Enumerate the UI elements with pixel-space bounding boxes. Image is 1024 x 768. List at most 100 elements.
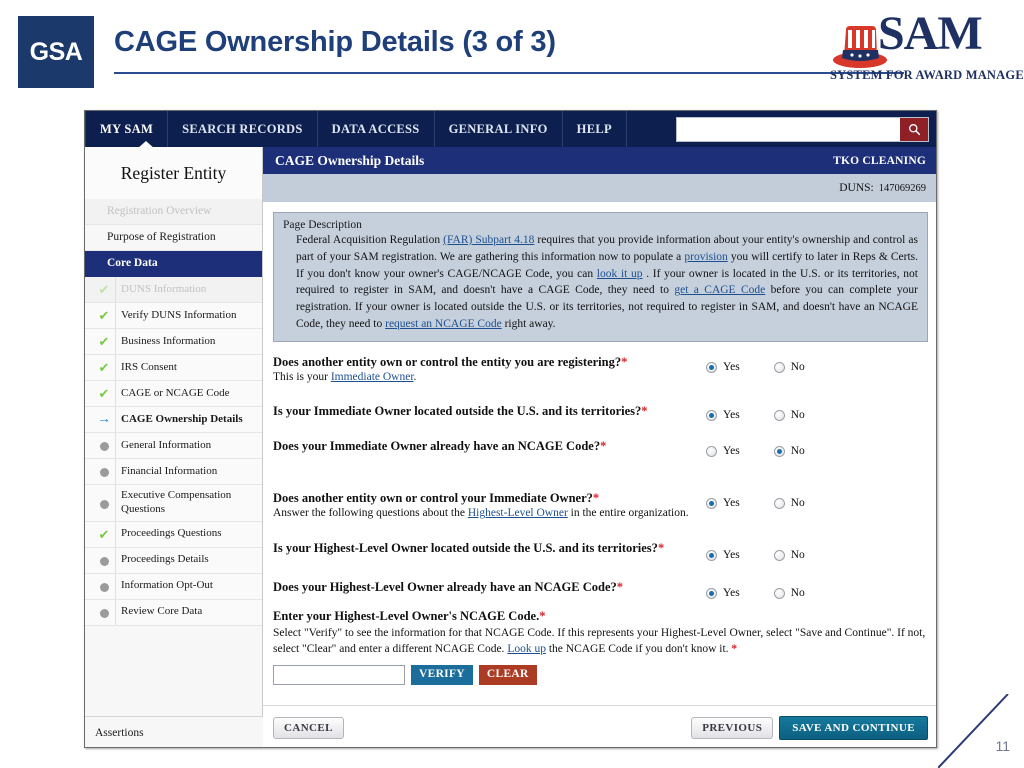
question-label: Is your Immediate Owner located outside … <box>273 404 928 419</box>
question-label: Does your Immediate Owner already have a… <box>273 439 928 454</box>
sam-application-window: MY SAM SEARCH RECORDS DATA ACCESS GENERAL I… <box>84 110 937 748</box>
sidebar-item-proceedings-questions[interactable]: ✔ Proceedings Questions <box>85 521 262 548</box>
sidebar-item-label: Financial Information <box>121 464 218 477</box>
page-description-link-1[interactable]: (FAR) Subpart 4.18 <box>443 234 534 246</box>
dot-icon <box>93 580 115 592</box>
sidebar-item-label: Review Core Data <box>121 605 203 618</box>
dot-icon <box>93 497 115 509</box>
dot-icon <box>93 554 115 566</box>
sidebar-item-label: Purpose of Registration <box>107 231 216 244</box>
sidebar-item-label: Verify DUNS Information <box>121 308 237 321</box>
radio-q1-no[interactable]: No <box>773 361 805 373</box>
nav-item-help[interactable]: HELP <box>563 111 627 147</box>
question-sublabel-link-1[interactable]: Immediate Owner <box>331 371 414 383</box>
sidebar-item-label: General Information <box>121 438 212 451</box>
radio-q5-yes[interactable]: Yes <box>706 549 740 561</box>
form-footer: CANCEL PREVIOUS SAVE AND CONTINUE <box>263 705 936 747</box>
radio-q5-no[interactable]: No <box>773 549 805 561</box>
page-corner-decoration <box>938 694 1009 768</box>
search-button[interactable] <box>900 118 928 141</box>
radio-label: Yes <box>723 361 740 373</box>
radio-q3-no[interactable]: No <box>773 445 805 457</box>
sidebar-item-label: Information Opt-Out <box>121 579 213 592</box>
radio-indicator <box>773 361 785 373</box>
radio-indicator <box>773 497 785 509</box>
sidebar-item-label: Core Data <box>107 257 158 270</box>
radio-group-q6: Yes No <box>706 587 805 599</box>
question-block-q5: Is your Highest-Level Owner located outs… <box>263 541 936 556</box>
sidebar-item-duns-information: ✔ DUNS Information <box>85 277 262 303</box>
nav-item-my-sam[interactable]: MY SAM <box>85 111 169 147</box>
question-sublabel-text-0: Answer the following questions about the <box>273 507 468 519</box>
application-body: Register Entity Registration Overview Pur… <box>85 147 936 747</box>
question-label: Is your Highest-Level Owner located outs… <box>273 541 928 556</box>
radio-q4-yes[interactable]: Yes <box>706 497 740 509</box>
page-description-link-9[interactable]: request an NCAGE Code <box>385 318 502 330</box>
sidebar: Register Entity Registration Overview Pur… <box>85 147 263 747</box>
previous-button[interactable]: PREVIOUS <box>691 716 774 739</box>
sidebar-item-proceedings-details[interactable]: Proceedings Details <box>85 547 262 574</box>
sidebar-item-information-opt-out[interactable]: Information Opt-Out <box>85 573 262 600</box>
sidebar-indent-rule <box>115 521 116 547</box>
sidebar-item-review-core-data[interactable]: Review Core Data <box>85 599 262 626</box>
verify-button[interactable]: VERIFY <box>411 664 473 685</box>
radio-q2-no[interactable]: No <box>773 409 805 421</box>
sidebar-item-core-data[interactable]: Core Data <box>85 251 262 277</box>
search-input[interactable] <box>677 118 900 141</box>
sidebar-indent-rule <box>115 381 116 406</box>
radio-indicator <box>773 549 785 561</box>
sidebar-item-purpose-of-registration[interactable]: Purpose of Registration <box>85 225 262 251</box>
page-description-link-7[interactable]: get a CAGE Code <box>674 284 765 296</box>
sidebar-item-label: Registration Overview <box>107 205 212 218</box>
ncage-help-link-1[interactable]: Look up <box>507 643 546 655</box>
radio-q6-no[interactable]: No <box>773 587 805 599</box>
radio-q6-yes[interactable]: Yes <box>706 587 740 599</box>
radio-q4-no[interactable]: No <box>773 497 805 509</box>
clear-button[interactable]: CLEAR <box>478 664 537 685</box>
nav-item-search-records[interactable]: SEARCH RECORDS <box>168 111 318 147</box>
radio-label: Yes <box>723 445 740 457</box>
question-sublabel-text-2: . <box>413 371 417 383</box>
page-description-link-5[interactable]: look it up <box>597 268 643 280</box>
sidebar-item-irs-consent[interactable]: ✔ IRS Consent <box>85 355 262 381</box>
nav-item-list: MY SAM SEARCH RECORDS DATA ACCESS GENERAL I… <box>85 111 627 147</box>
page-description-text-10: right away. <box>501 317 556 330</box>
sidebar-item-business-information[interactable]: ✔ Business Information <box>85 329 262 355</box>
question-block-q6: Does your Highest-Level Owner already ha… <box>263 580 936 595</box>
gsa-logo: GSA <box>18 16 94 88</box>
page-title: CAGE Ownership Details (3 of 3) <box>114 26 556 58</box>
page-description-link-3[interactable]: provision <box>684 251 727 263</box>
question-block-q2: Is your Immediate Owner located outside … <box>263 404 936 419</box>
save-and-continue-button[interactable]: SAVE AND CONTINUE <box>779 715 928 740</box>
sidebar-indent-rule <box>115 433 116 458</box>
title-underline-rule <box>114 72 904 74</box>
radio-indicator <box>706 361 717 373</box>
sidebar-item-verify-duns-information[interactable]: ✔ Verify DUNS Information <box>85 303 262 329</box>
nav-item-data-access[interactable]: DATA ACCESS <box>318 111 435 147</box>
page-description-text: Federal Acquisition Regulation (FAR) Sub… <box>283 232 918 333</box>
radio-q2-yes[interactable]: Yes <box>706 409 740 421</box>
sidebar-item-assertions[interactable]: Assertions <box>85 716 263 747</box>
sidebar-item-cage-ownership-details[interactable]: → CAGE Ownership Details <box>85 407 262 433</box>
sidebar-item-general-information[interactable]: General Information <box>85 433 262 459</box>
radio-group-q1: Yes No <box>706 361 805 373</box>
sidebar-item-financial-information[interactable]: Financial Information <box>85 459 262 485</box>
radio-label: No <box>790 409 805 421</box>
question-sublabel-link-1[interactable]: Highest-Level Owner <box>468 507 568 519</box>
radio-label: No <box>790 361 805 373</box>
cancel-button[interactable]: CANCEL <box>273 716 344 739</box>
check-icon: ✔ <box>98 360 110 375</box>
radio-q1-yes[interactable]: Yes <box>706 361 740 373</box>
sidebar-indent-rule <box>115 329 116 354</box>
radio-q3-yes[interactable]: Yes <box>706 445 740 457</box>
question-label-text: Does another entity own or control the e… <box>273 355 622 369</box>
sidebar-item-label: Business Information <box>121 334 216 347</box>
question-sublabel-text-0: This is your <box>273 371 331 383</box>
sidebar-item-cage-or-ncage-code[interactable]: ✔ CAGE or NCAGE Code <box>85 381 262 407</box>
ncage-code-input[interactable] <box>273 664 405 685</box>
radio-indicator <box>706 587 717 599</box>
slide-header: GSA CAGE Ownership Details (3 of 3) SAM … <box>0 0 1024 104</box>
nav-item-general-info[interactable]: GENERAL INFO <box>435 111 563 147</box>
sidebar-item-executive-compensation-questions[interactable]: Executive Compensation Questions <box>85 485 262 522</box>
radio-indicator <box>706 497 717 509</box>
